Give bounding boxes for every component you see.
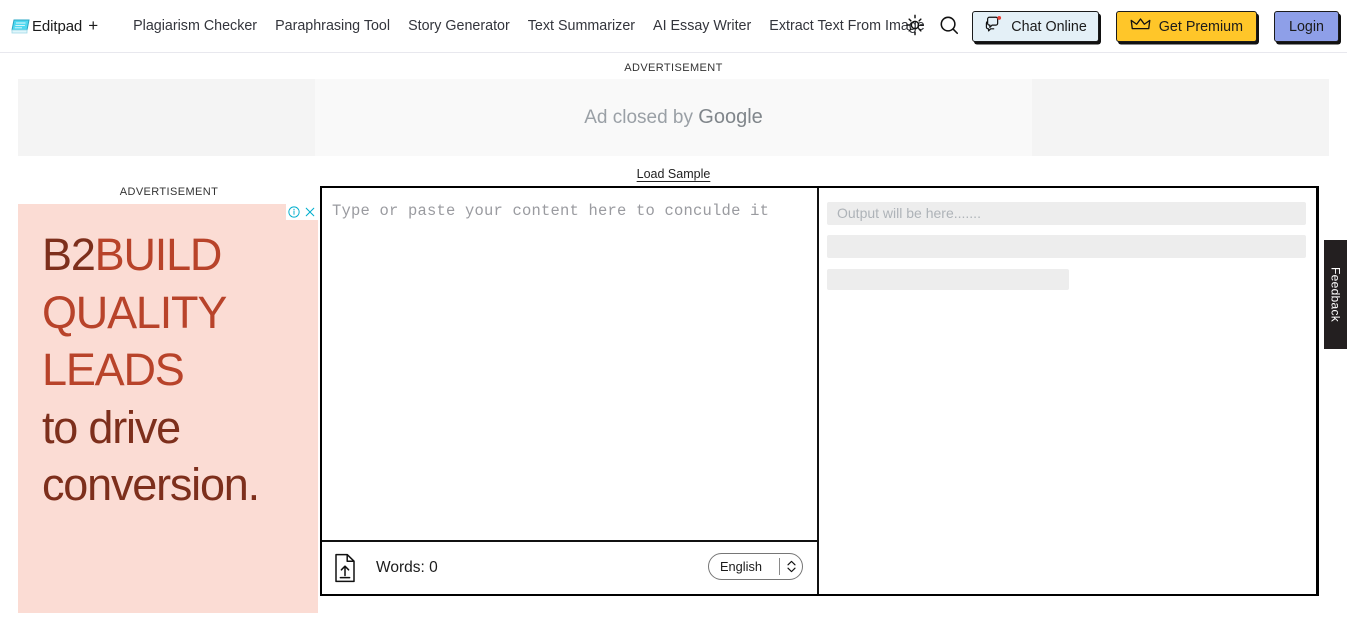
main-content: ADVERTISEMENT B2BUILD QUALITY LEADS to d…: [0, 186, 1347, 613]
search-icon: [938, 14, 960, 39]
side-ad-b2: B2: [42, 229, 96, 280]
get-premium-button[interactable]: Get Premium: [1115, 11, 1258, 42]
top-advertisement: ADVERTISEMENT Ad closed by Google: [0, 53, 1347, 156]
notepad-icon: [10, 17, 31, 36]
side-ad-creative[interactable]: B2BUILD QUALITY LEADS to drive conversio…: [18, 204, 318, 613]
side-ad-label: ADVERTISEMENT: [119, 186, 219, 198]
load-sample-row: Load Sample: [0, 156, 1347, 184]
nav-item-text-summarizer[interactable]: Text Summarizer: [519, 18, 644, 34]
adchoices-info-icon[interactable]: [286, 204, 302, 220]
top-ad-label: ADVERTISEMENT: [624, 62, 723, 74]
chat-online-label: Chat Online: [1011, 18, 1087, 35]
ad-closed-text: Ad closed by: [584, 107, 699, 128]
feedback-tab[interactable]: Feedback: [1324, 240, 1347, 349]
language-select-value: English: [720, 559, 762, 574]
content-textarea-placeholder: Type or paste your content here to concu…: [332, 202, 770, 220]
side-ad-line-4: to drive: [42, 401, 181, 453]
brand-name: Editpad: [32, 17, 83, 35]
side-ad-line-5: conversion.: [42, 459, 260, 511]
sun-icon: [904, 14, 926, 39]
side-ad-line-1: B2BUILD: [42, 226, 296, 284]
load-sample-link[interactable]: Load Sample: [637, 167, 711, 181]
output-placeholder-line-3: [827, 269, 1069, 290]
brand-logo[interactable]: Editpad +: [10, 16, 98, 36]
login-label: Login: [1289, 18, 1324, 35]
site-header: Editpad + Plagiarism Checker Paraphrasin…: [0, 0, 1347, 53]
search-button[interactable]: [932, 10, 966, 44]
nav-item-ai-essay-writer[interactable]: AI Essay Writer: [644, 18, 760, 34]
chevron-updown-icon: [780, 558, 802, 575]
side-advertisement: ADVERTISEMENT B2BUILD QUALITY LEADS to d…: [0, 186, 320, 613]
main-navigation: Plagiarism Checker Paraphrasing Tool Sto…: [124, 18, 934, 34]
nav-item-paraphrasing-tool[interactable]: Paraphrasing Tool: [266, 18, 399, 34]
theme-toggle-button[interactable]: [898, 10, 932, 44]
output-placeholder-line-2: [827, 235, 1306, 258]
crown-icon: [1130, 16, 1151, 37]
side-ad-line-3: LEADS: [42, 344, 185, 396]
side-ad-copy: B2BUILD QUALITY LEADS to drive conversio…: [18, 204, 318, 514]
content-textarea[interactable]: Type or paste your content here to concu…: [322, 188, 817, 540]
ad-closed-message: Ad closed by Google: [584, 106, 763, 129]
word-count: Words: 0: [376, 559, 438, 576]
login-button[interactable]: Login: [1274, 11, 1339, 42]
upload-file-icon[interactable]: [332, 553, 358, 583]
editor-container: Type or paste your content here to concu…: [320, 186, 1319, 596]
feedback-label: Feedback: [1328, 266, 1343, 323]
editor-toolbar: Words: 0 English: [322, 540, 817, 594]
output-panel[interactable]: Output will be here.......: [819, 188, 1316, 594]
google-wordmark: Google: [698, 106, 763, 128]
nav-item-story-generator[interactable]: Story Generator: [399, 18, 519, 34]
chat-online-button[interactable]: Chat Online: [972, 11, 1099, 42]
top-ad-slot[interactable]: Ad closed by Google: [18, 79, 1329, 156]
nav-item-plagiarism-checker[interactable]: Plagiarism Checker: [124, 18, 266, 34]
get-premium-label: Get Premium: [1158, 18, 1244, 35]
header-actions: Chat Online Get Premium Login: [898, 0, 1339, 53]
output-placeholder-line-1: Output will be here.......: [827, 202, 1306, 225]
ad-badges: [286, 204, 318, 220]
language-select[interactable]: English: [708, 553, 803, 580]
input-panel: Type or paste your content here to concu…: [322, 188, 819, 594]
brand-plus: +: [88, 16, 99, 35]
chat-bubble-icon: [984, 15, 1003, 38]
close-icon[interactable]: [302, 204, 318, 220]
output-placeholder-text: Output will be here.......: [837, 205, 981, 221]
side-ad-build: BUILD: [94, 229, 223, 280]
side-ad-line-2: QUALITY: [42, 286, 227, 338]
